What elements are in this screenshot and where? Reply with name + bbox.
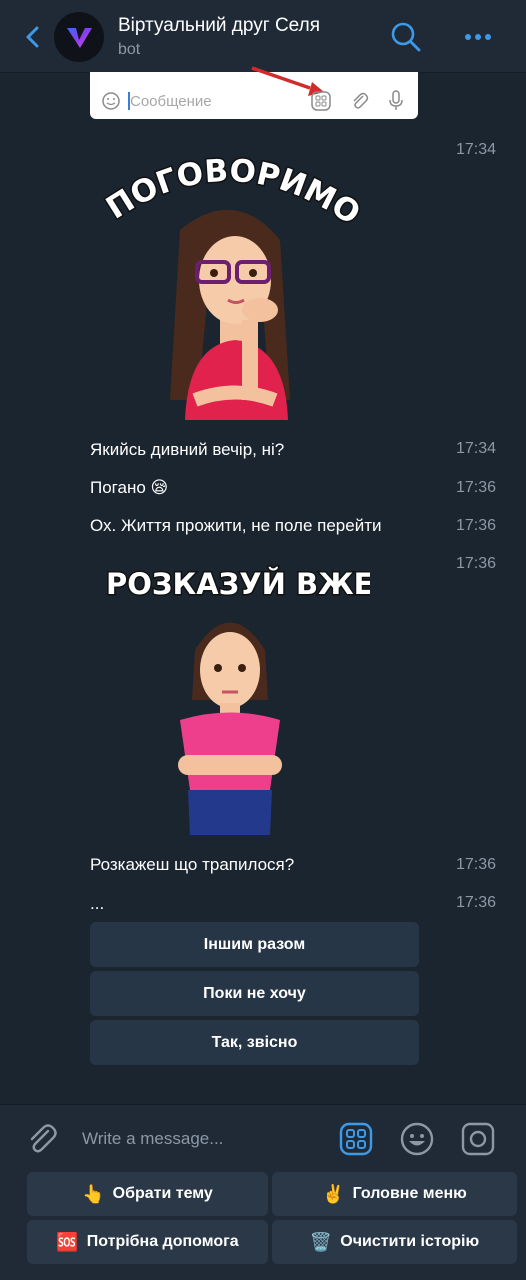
search-icon[interactable] <box>388 20 424 54</box>
back-arrow-icon[interactable] <box>20 22 48 52</box>
bot-avatar[interactable] <box>54 12 104 62</box>
inline-button-yes[interactable]: Так, звісно <box>90 1020 419 1065</box>
microphone-icon <box>389 90 403 110</box>
inline-button-not-yet[interactable]: Поки не хочу <box>90 971 419 1016</box>
message-time: 17:36 <box>455 894 496 911</box>
message-text: Розкажеш що трапилося? <box>90 855 295 874</box>
message-input-bar: Write a message... <box>0 1104 526 1173</box>
keyboard-button-clear-history[interactable]: 🗑️ Очистити історію <box>272 1220 517 1264</box>
attach-icon[interactable] <box>24 1121 60 1157</box>
bot-menu-icon <box>311 91 331 111</box>
sticker-crossed-arms-girl[interactable]: РОЗКАЗУЙ ВЖЕ! <box>100 560 370 840</box>
keyboard-button-choose-topic[interactable]: 👆 Обрати тему <box>27 1172 268 1216</box>
inline-button-later[interactable]: Іншим разом <box>90 922 419 967</box>
message-time: 17:36 <box>455 479 496 496</box>
message-input[interactable]: Write a message... <box>82 1129 223 1149</box>
bot-commands-icon[interactable] <box>338 1121 374 1157</box>
message-text: Якийсь дивний вечір, ні? <box>90 440 285 459</box>
camera-icon[interactable] <box>460 1121 496 1157</box>
message-text: ... <box>90 894 105 913</box>
message-time: 17:34 <box>455 141 496 158</box>
message-text: Ох. Життя прожити, не поле перейти <box>90 516 382 535</box>
emoji-icon[interactable] <box>399 1121 435 1157</box>
keyboard-button-need-help[interactable]: 🆘 Потрібна допомога <box>27 1220 268 1264</box>
message-time: 17:36 <box>455 856 496 873</box>
bot-logo-icon <box>67 28 92 48</box>
chat-title[interactable]: Віртуальний друг Селя <box>118 15 320 37</box>
message-text: Погано 😪 <box>90 478 169 497</box>
chat-header: Віртуальний друг Селя bot <box>0 0 526 73</box>
emoji-icon <box>102 92 120 110</box>
more-options-icon[interactable] <box>460 24 496 48</box>
paperclip-icon <box>353 92 369 109</box>
screenshot-placeholder-text: Сообщение <box>130 93 212 110</box>
message-time: 17:36 <box>455 517 496 534</box>
keyboard-button-main-menu[interactable]: ✌️ Головне меню <box>272 1172 517 1216</box>
screenshot-image[interactable]: Сообщение <box>90 66 418 119</box>
message-time: 17:34 <box>455 440 496 457</box>
chat-subtitle: bot <box>118 41 141 58</box>
sticker-caption: РОЗКАЗУЙ ВЖЕ! <box>106 567 370 601</box>
reply-keyboard: 👆 Обрати тему ✌️ Головне меню 🆘 Потрібна… <box>0 1172 526 1280</box>
sticker-thinking-girl[interactable]: ПОГОВОРИМО? <box>100 150 370 425</box>
message-time: 17:36 <box>455 555 496 572</box>
